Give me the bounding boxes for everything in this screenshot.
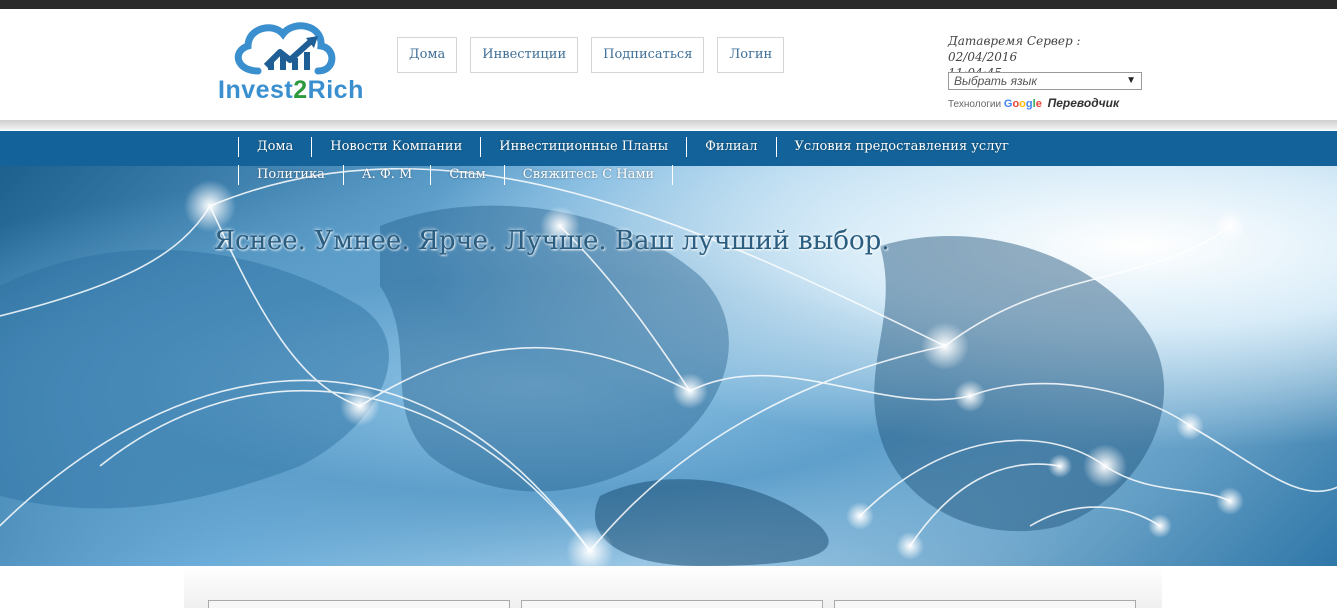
google-translate: Технологии Google Переводчик [948, 96, 1119, 110]
top-nav-home[interactable]: Дома [397, 37, 458, 73]
hero-banner: Яснее. Умнее. Ярче. Лучше. Ваш лучший вы… [0, 166, 1337, 566]
nav-faq[interactable]: А. Ф. М [342, 165, 430, 185]
server-time-label: Датавремя Сервер : [948, 34, 1081, 48]
main-nav: Дома Новости Компании Инвестиционные Пла… [238, 137, 1118, 185]
nav-investment-plans[interactable]: Инвестиционные Планы [480, 137, 686, 157]
nav-policy[interactable]: Политика [238, 165, 343, 185]
nav-company-news[interactable]: Новости Компании [311, 137, 480, 157]
language-select[interactable]: Выбрать язык ▼ [948, 72, 1142, 90]
nav-affiliate[interactable]: Филиал [686, 137, 775, 157]
cloud-chart-icon [234, 22, 336, 75]
top-nav: Дома Инвестиции Подписаться Логин [397, 37, 785, 73]
logo-text: Invest2Rich [218, 76, 364, 104]
language-select-value: Выбрать язык [954, 74, 1038, 88]
top-nav-signup[interactable]: Подписаться [591, 37, 705, 73]
nav-spam[interactable]: Спам [430, 165, 503, 185]
server-date: 02/04/2016 [948, 50, 1018, 64]
nav-terms[interactable]: Условия предоставления услуг [775, 137, 1027, 157]
hero-tagline: Яснее. Умнее. Ярче. Лучше. Ваш лучший вы… [214, 226, 890, 256]
site-logo[interactable]: Invest2Rich [218, 16, 383, 108]
top-dark-bar [0, 0, 1337, 9]
top-nav-login[interactable]: Логин [717, 37, 785, 73]
google-logo: Google [1003, 98, 1042, 110]
top-nav-investments[interactable]: Инвестиции [470, 37, 579, 73]
translate-prefix: Технологии [948, 99, 1002, 110]
content-box-2 [521, 600, 823, 608]
translate-link[interactable]: Переводчик [1048, 96, 1119, 110]
nav-home[interactable]: Дома [238, 137, 311, 157]
dropdown-arrow-icon: ▼ [1126, 75, 1136, 86]
content-box-1 [208, 600, 510, 608]
content-box-3 [834, 600, 1136, 608]
nav-contact[interactable]: Свяжитесь С Нами [503, 165, 674, 185]
header-shadow [0, 120, 1337, 130]
